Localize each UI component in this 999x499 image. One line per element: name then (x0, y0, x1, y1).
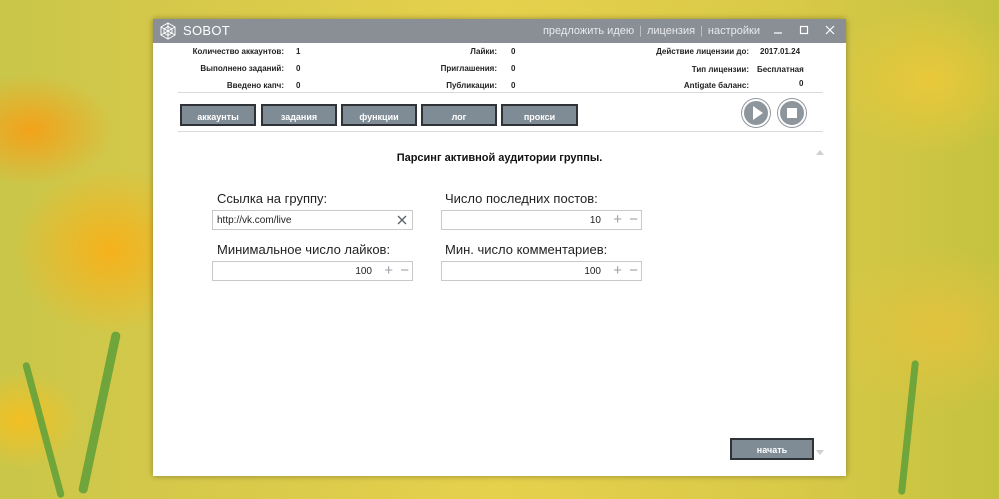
group-link-field[interactable]: http://vk.com/live (212, 210, 413, 230)
captcha-label: Введено капч: (226, 81, 284, 90)
background-stem (22, 361, 65, 499)
plus-icon[interactable]: + (613, 263, 622, 279)
tab-tasks[interactable]: задания (261, 104, 337, 126)
accounts-label: Количество аккаунтов: (192, 47, 284, 56)
min-likes-stepper[interactable]: 100 + − (212, 261, 413, 281)
min-comments-stepper[interactable]: 100 + − (441, 261, 642, 281)
tab-functions[interactable]: функции (341, 104, 417, 126)
group-link-label: Ссылка на группу: (217, 191, 328, 206)
antigate-label: Antigate баланс: (683, 81, 749, 90)
minus-icon[interactable]: − (629, 212, 638, 228)
tab-accounts[interactable]: аккаунты (180, 104, 256, 126)
tab-proxy[interactable]: прокси (501, 104, 578, 126)
page-title: Парсинг активной аудитории группы. (396, 152, 603, 164)
plus-icon[interactable]: + (384, 263, 393, 279)
minus-icon[interactable]: − (400, 263, 409, 279)
min-likes-value: 100 (355, 266, 372, 277)
license-type-label: Тип лицензии: (691, 65, 749, 74)
divider (178, 131, 823, 132)
captcha-value: 0 (296, 81, 301, 90)
stop-button[interactable] (777, 98, 807, 128)
min-comments-label: Мин. число комментариев: (445, 242, 608, 257)
play-icon (742, 99, 770, 127)
stats-panel: Количество аккаунтов: 1 Выполнено задани… (153, 19, 846, 99)
divider (178, 92, 823, 93)
plus-icon[interactable]: + (613, 212, 622, 228)
posts-label: Публикации: (446, 81, 497, 90)
app-window: SOBOT предложить идею | лицензия | настройки… (153, 19, 846, 476)
license-until-value: 2017.01.24 (760, 47, 801, 56)
tasks-value: 0 (296, 64, 301, 73)
min-comments-value: 100 (584, 266, 601, 277)
antigate-value: 0 (799, 79, 804, 88)
tab-log[interactable]: лог (421, 104, 497, 126)
scroll-down-icon[interactable] (816, 450, 824, 455)
likes-value: 0 (511, 47, 516, 56)
last-posts-value: 10 (589, 215, 601, 226)
stop-icon (778, 99, 806, 127)
last-posts-label: Число последних постов: (445, 191, 598, 206)
background-stem (77, 330, 122, 495)
accounts-value: 1 (296, 47, 301, 56)
group-link-value: http://vk.com/live (217, 215, 292, 226)
play-button[interactable] (741, 98, 771, 128)
min-likes-label: Минимальное число лайков: (217, 242, 391, 257)
license-type-value: Бесплатная (757, 65, 804, 74)
background-stem (897, 360, 920, 495)
invites-label: Приглашения: (440, 64, 497, 73)
license-until-label: Действие лицензии до: (656, 47, 749, 56)
minus-icon[interactable]: − (629, 263, 638, 279)
likes-label: Лайки: (470, 47, 497, 56)
tasks-label: Выполнено заданий: (200, 64, 284, 73)
invites-value: 0 (511, 64, 516, 73)
start-button[interactable]: начать (730, 438, 814, 460)
close-icon[interactable] (397, 215, 407, 225)
last-posts-stepper[interactable]: 10 + − (441, 210, 642, 230)
posts-value: 0 (511, 81, 516, 90)
